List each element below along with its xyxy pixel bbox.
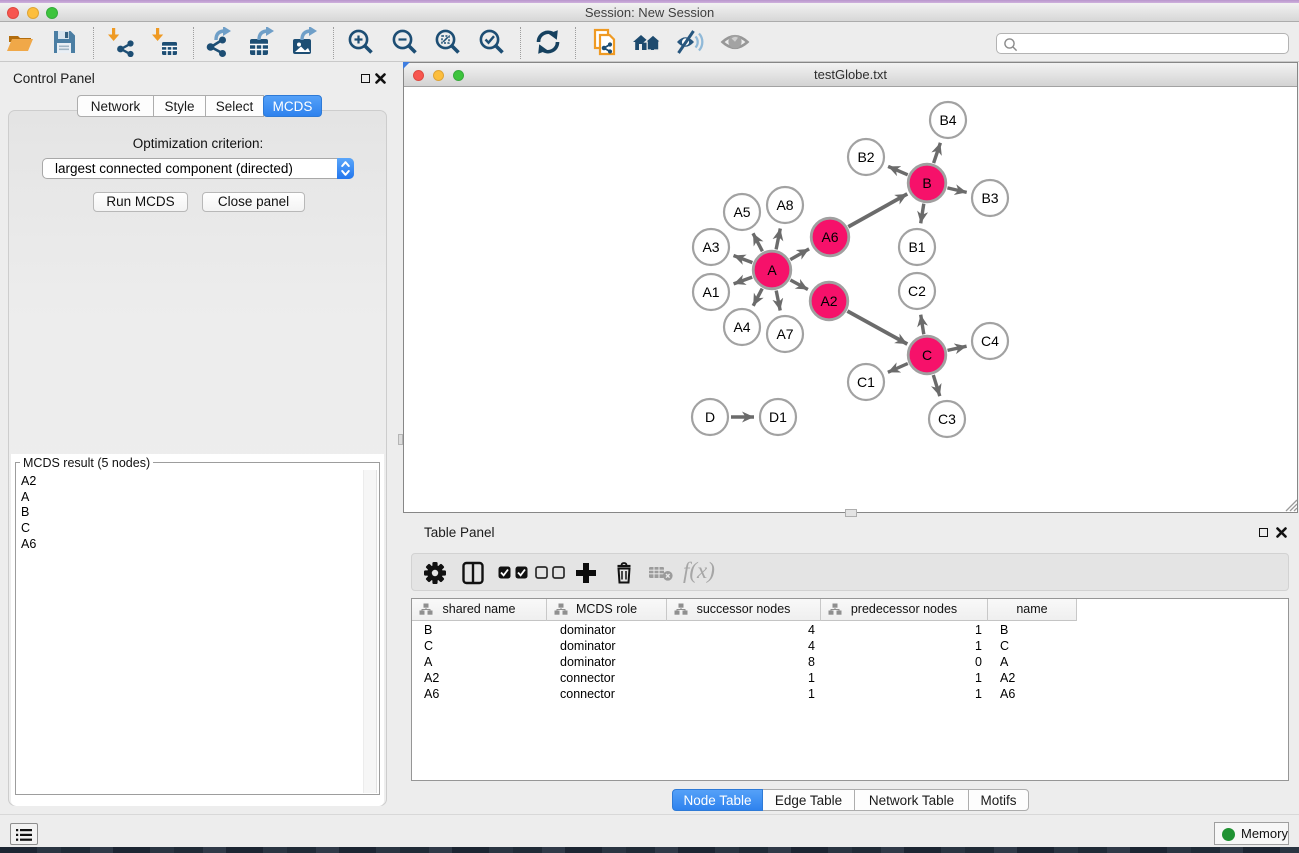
svg-text:A4: A4 <box>733 319 750 335</box>
svg-text:A6: A6 <box>821 229 838 245</box>
svg-text:C1: C1 <box>857 374 875 390</box>
svg-text:A: A <box>767 262 777 278</box>
svg-text:C: C <box>922 347 932 363</box>
svg-text:C2: C2 <box>908 283 926 299</box>
svg-text:B1: B1 <box>908 239 925 255</box>
svg-text:B: B <box>922 175 931 191</box>
svg-text:C4: C4 <box>981 333 999 349</box>
svg-text:A5: A5 <box>733 204 750 220</box>
svg-text:A8: A8 <box>776 197 793 213</box>
svg-text:B3: B3 <box>981 190 998 206</box>
svg-text:D: D <box>705 409 715 425</box>
svg-text:B4: B4 <box>939 112 956 128</box>
svg-text:C3: C3 <box>938 411 956 427</box>
svg-text:A1: A1 <box>702 284 719 300</box>
svg-text:A3: A3 <box>702 239 719 255</box>
svg-text:B2: B2 <box>857 149 874 165</box>
svg-text:A2: A2 <box>820 293 837 309</box>
svg-text:D1: D1 <box>769 409 787 425</box>
svg-text:A7: A7 <box>776 326 793 342</box>
